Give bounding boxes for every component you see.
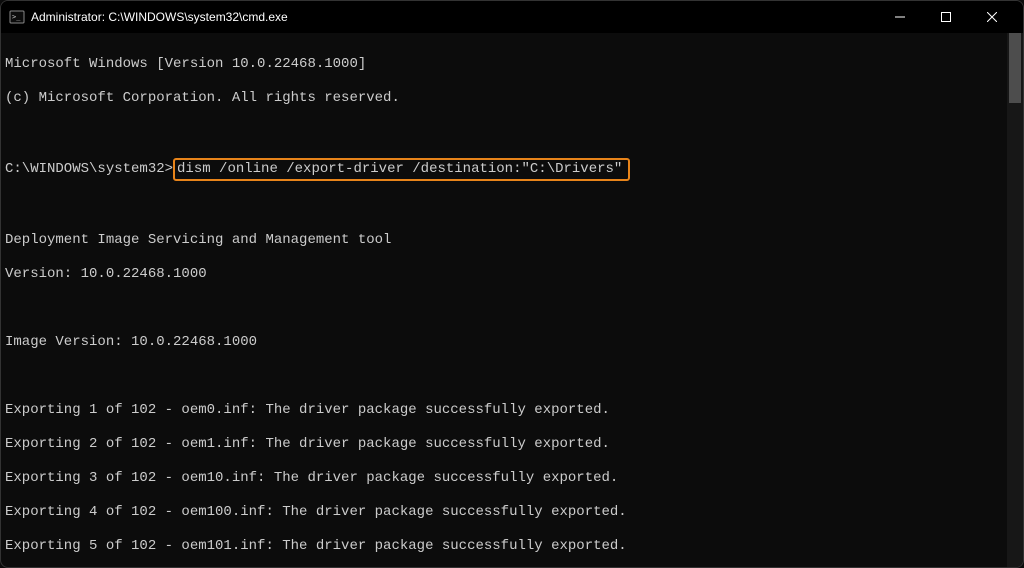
window-controls xyxy=(877,1,1015,33)
cmd-icon: >_ xyxy=(9,9,25,25)
export-line: Exporting 5 of 102 - oem101.inf: The dri… xyxy=(5,538,1003,555)
blank-line xyxy=(5,300,1003,317)
minimize-button[interactable] xyxy=(877,1,923,33)
tool-header: Deployment Image Servicing and Managemen… xyxy=(5,232,1003,249)
maximize-button[interactable] xyxy=(923,1,969,33)
prompt-line: C:\WINDOWS\system32>dism /online /export… xyxy=(5,158,1003,181)
window-title: Administrator: C:\WINDOWS\system32\cmd.e… xyxy=(31,10,877,24)
cmd-window: >_ Administrator: C:\WINDOWS\system32\cm… xyxy=(0,0,1024,568)
titlebar[interactable]: >_ Administrator: C:\WINDOWS\system32\cm… xyxy=(1,1,1023,33)
blank-line xyxy=(5,124,1003,141)
terminal-output[interactable]: Microsoft Windows [Version 10.0.22468.10… xyxy=(1,33,1007,567)
export-line: Exporting 4 of 102 - oem100.inf: The dri… xyxy=(5,504,1003,521)
blank-line xyxy=(5,368,1003,385)
banner-line: Microsoft Windows [Version 10.0.22468.10… xyxy=(5,56,1003,73)
highlighted-command: dism /online /export-driver /destination… xyxy=(173,158,630,181)
export-line: Exporting 1 of 102 - oem0.inf: The drive… xyxy=(5,402,1003,419)
export-line: Exporting 3 of 102 - oem10.inf: The driv… xyxy=(5,470,1003,487)
scrollbar-thumb[interactable] xyxy=(1009,33,1021,103)
prompt-text: C:\WINDOWS\system32> xyxy=(5,161,173,177)
image-version: Image Version: 10.0.22468.1000 xyxy=(5,334,1003,351)
copyright-line: (c) Microsoft Corporation. All rights re… xyxy=(5,90,1003,107)
blank-line xyxy=(5,198,1003,215)
export-line: Exporting 2 of 102 - oem1.inf: The drive… xyxy=(5,436,1003,453)
close-button[interactable] xyxy=(969,1,1015,33)
svg-text:>_: >_ xyxy=(12,13,21,21)
terminal-area: Microsoft Windows [Version 10.0.22468.10… xyxy=(1,33,1023,567)
vertical-scrollbar[interactable] xyxy=(1007,33,1023,567)
tool-version: Version: 10.0.22468.1000 xyxy=(5,266,1003,283)
